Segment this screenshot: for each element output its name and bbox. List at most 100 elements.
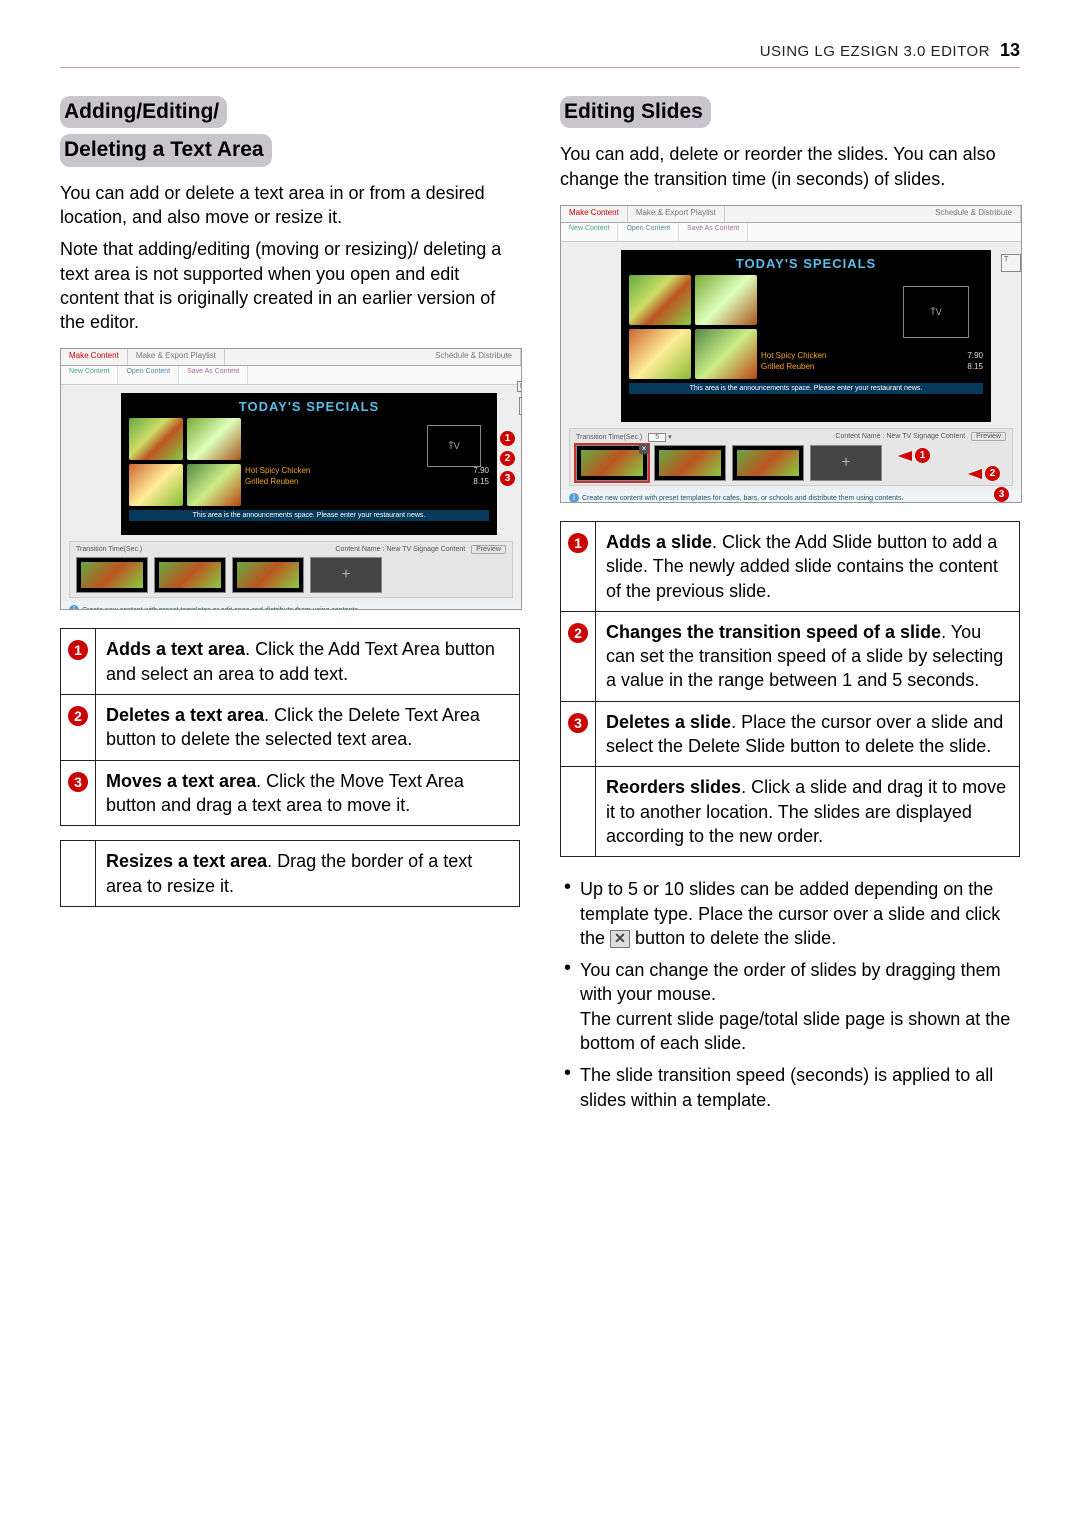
content-name-label: Content Name xyxy=(835,433,880,440)
ss-timeline: Transition Time(Sec.) Content Name : New… xyxy=(69,541,513,598)
food-image xyxy=(129,418,183,460)
tv-icon xyxy=(903,286,969,338)
list-item: You can change the order of slides by dr… xyxy=(560,958,1020,1055)
content-name-value: New TV Signage Content xyxy=(386,546,465,553)
notes-list: Up to 5 or 10 slides can be added depend… xyxy=(560,877,1020,1112)
timeline-slide xyxy=(654,445,726,481)
row-number: 1 xyxy=(568,533,588,553)
right-column: Editing Slides You can add, delete or re… xyxy=(560,96,1020,1128)
edit-label: EDIT xyxy=(517,381,522,392)
callout-3: 3 xyxy=(500,471,515,486)
transition-dropdown: 5 xyxy=(648,433,666,442)
ss-footer: iCreate new content with preset template… xyxy=(61,602,521,610)
text-inspector-icon: T xyxy=(1001,254,1021,272)
ss-tab-make-content: Make Content xyxy=(561,206,628,222)
ss-preview-title: TODAY'S SPECIALS xyxy=(629,256,983,271)
menu-price: 8.15 xyxy=(967,362,983,371)
timeline-slide: × xyxy=(576,445,648,481)
add-slide-button: + xyxy=(310,557,382,593)
table-row: 3 Deletes a slide. Place the cursor over… xyxy=(561,701,1020,767)
content-name-label: Content Name xyxy=(335,546,380,553)
header-section-label: USING LG EZSIGN 3.0 EDITOR xyxy=(760,43,990,60)
ss-announcement: This area is the announcements space. Pl… xyxy=(629,383,983,394)
food-image xyxy=(629,275,691,325)
table-row: Resizes a text area. Drag the border of … xyxy=(61,841,520,907)
food-image xyxy=(129,464,183,506)
row-number: 2 xyxy=(68,706,88,726)
slide-delete-icon: × xyxy=(639,444,649,454)
ss-btn-save: Save As Content xyxy=(679,223,748,241)
row-bold: Deletes a text area xyxy=(106,705,264,725)
left-column: Adding/Editing/ Deleting a Text Area You… xyxy=(60,96,520,1128)
ss-preview-area: TODAY'S SPECIALS Hot Spicy Chicken7.90 G… xyxy=(121,393,497,535)
add-slide-button: + xyxy=(810,445,882,481)
ss-btn-open: Open Content xyxy=(118,366,179,384)
section-title-left-line2: Deleting a Text Area xyxy=(60,134,272,166)
timeline-slide xyxy=(154,557,226,593)
menu-price: 7.90 xyxy=(967,351,983,360)
left-paragraph-2: Note that adding/editing (moving or resi… xyxy=(60,237,520,334)
timeline-slide xyxy=(76,557,148,593)
table-row: Reorders slides. Click a slide and drag … xyxy=(561,767,1020,857)
row-number: 3 xyxy=(568,713,588,733)
callout-3: 3 xyxy=(994,487,1009,502)
menu-item: Grilled Reuben xyxy=(245,477,298,486)
ss-btn-open: Open Content xyxy=(618,223,679,241)
ss-announcement: This area is the announcements space. Pl… xyxy=(129,510,489,521)
ss-btn-save: Save As Content xyxy=(179,366,248,384)
preview-button: Preview xyxy=(471,545,506,554)
table-row: 1 Adds a text area. Click the Add Text A… xyxy=(61,629,520,695)
row-bold: Changes the transition speed of a slide xyxy=(606,622,941,642)
ss-preview-area: TODAY'S SPECIALS Hot Spicy Chicken 7.90 G… xyxy=(621,250,991,422)
menu-item: Hot Spicy Chicken xyxy=(761,351,826,360)
table-row: 2 Changes the transition speed of a slid… xyxy=(561,611,1020,701)
row-bold: Deletes a slide xyxy=(606,712,731,732)
row-bold: Resizes a text area xyxy=(106,851,267,871)
table-row: 1 Adds a slide. Click the Add Slide butt… xyxy=(561,521,1020,611)
food-image xyxy=(187,464,241,506)
ss-preview-title: TODAY'S SPECIALS xyxy=(129,399,489,414)
section-title-left-line1: Adding/Editing/ xyxy=(60,96,227,128)
ss-tab-distribute: Schedule & Distribute xyxy=(927,206,1021,222)
slide-actions-table: 1 Adds a slide. Click the Add Slide butt… xyxy=(560,521,1020,857)
table-row: 2 Deletes a text area. Click the Delete … xyxy=(61,695,520,761)
row-bold: Reorders slides xyxy=(606,777,741,797)
food-image xyxy=(695,275,757,325)
menu-item: Grilled Reuben xyxy=(761,362,814,371)
callout-2: 2 xyxy=(500,451,515,466)
food-image xyxy=(187,418,241,460)
preview-button: Preview xyxy=(971,432,1006,441)
page-header: USING LG EZSIGN 3.0 EDITOR 13 xyxy=(60,40,1020,68)
ss-tab-distribute: Schedule & Distribute xyxy=(427,349,521,365)
ss-tab-playlist: Make & Export Playlist xyxy=(128,349,225,365)
row-bold: Adds a slide xyxy=(606,532,712,552)
list-item: Up to 5 or 10 slides can be added depend… xyxy=(560,877,1020,950)
section-title-right: Editing Slides xyxy=(560,96,711,128)
callout-2: 2 xyxy=(985,466,1000,481)
content-name-value: New TV Signage Content xyxy=(886,433,965,440)
list-item: The slide transition speed (seconds) is … xyxy=(560,1063,1020,1112)
right-paragraph-1: You can add, delete or reorder the slide… xyxy=(560,142,1020,191)
row-bold: Adds a text area xyxy=(106,639,245,659)
screenshot-slide-editor: Make Content Make & Export Playlist Sche… xyxy=(560,205,1022,503)
callout-1: 1 xyxy=(500,431,515,446)
menu-item: Hot Spicy Chicken xyxy=(245,466,310,475)
ss-btn-new: New Content xyxy=(61,366,118,384)
left-paragraph-1: You can add or delete a text area in or … xyxy=(60,181,520,230)
ss-tab-playlist: Make & Export Playlist xyxy=(628,206,725,222)
timeline-slide xyxy=(732,445,804,481)
timeline-label: Transition Time(Sec.) xyxy=(76,546,142,553)
close-icon: ✕ xyxy=(610,930,630,948)
text-area-actions-table: 1 Adds a text area. Click the Add Text A… xyxy=(60,628,520,906)
row-number: 1 xyxy=(68,640,88,660)
header-page-number: 13 xyxy=(1000,40,1020,61)
timeline-label: Transition Time(Sec.) xyxy=(576,434,642,441)
ss-timeline: Transition Time(Sec.) 5 ▾ Content Name :… xyxy=(569,428,1013,486)
food-image xyxy=(629,329,691,379)
screenshot-text-area-editor: Make Content Make & Export Playlist Sche… xyxy=(60,348,522,610)
ss-footer: iCreate new content with preset template… xyxy=(561,490,1021,503)
row-bold: Moves a text area xyxy=(106,771,256,791)
food-image xyxy=(695,329,757,379)
callout-1: 1 xyxy=(915,448,930,463)
ss-tab-make-content: Make Content xyxy=(61,349,128,365)
